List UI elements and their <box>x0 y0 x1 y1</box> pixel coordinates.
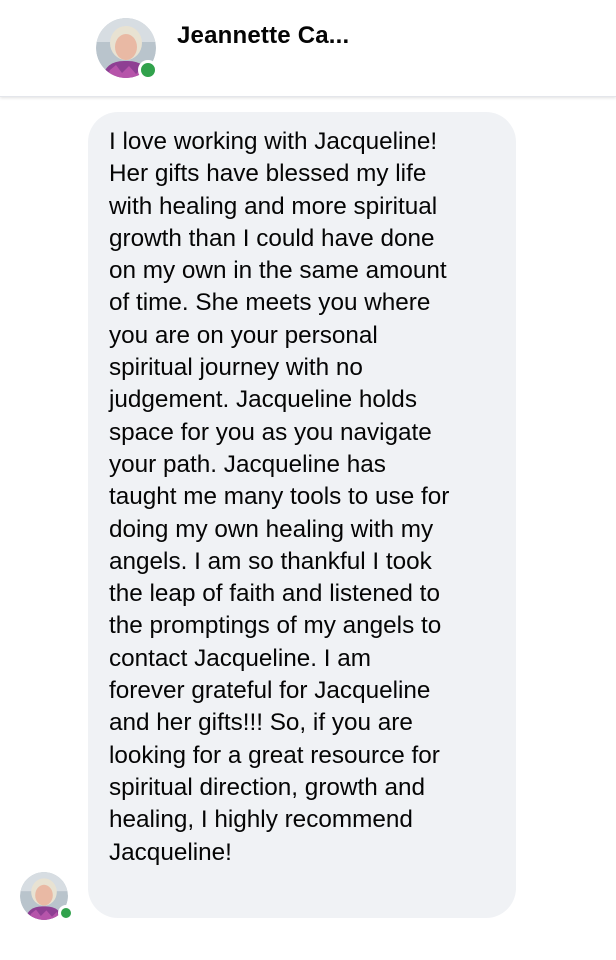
chat-header: Jeannette Ca... <box>0 0 616 97</box>
contact-avatar[interactable] <box>96 18 158 80</box>
online-status-icon <box>138 60 158 80</box>
message-text: I love working with Jacqueline! Her gift… <box>109 128 450 866</box>
contact-name[interactable]: Jeannette Ca... <box>177 22 349 50</box>
online-status-icon <box>58 905 74 921</box>
message-bubble[interactable]: I love working with Jacqueline! Her gift… <box>88 112 516 918</box>
sender-avatar[interactable] <box>20 872 74 921</box>
